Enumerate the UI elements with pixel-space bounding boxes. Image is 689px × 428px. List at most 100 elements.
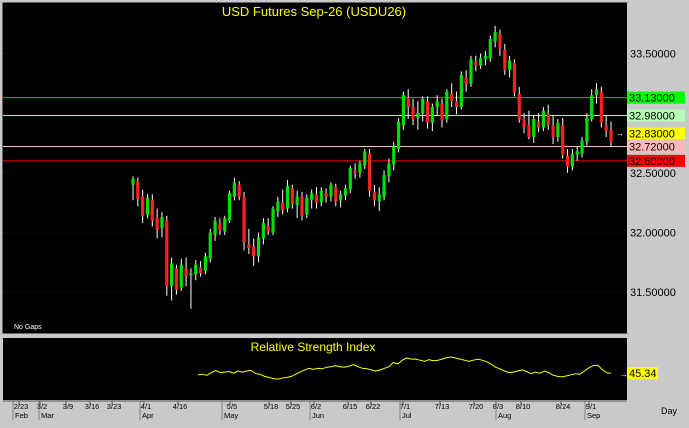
rsi-arrow-icon: →: [619, 369, 628, 379]
candle-body: [532, 119, 536, 137]
candle-body: [488, 39, 492, 59]
date-tick-label: 6/22: [366, 402, 381, 411]
candle-body: [150, 200, 154, 221]
candle-body: [208, 232, 212, 259]
candle: [271, 206, 275, 235]
candle-body: [401, 95, 405, 126]
candle: [459, 71, 463, 110]
candle-body: [194, 264, 198, 275]
candle: [585, 113, 589, 146]
candle-body: [435, 101, 439, 108]
candle-body: [493, 31, 497, 42]
date-tick-label: 3/23: [107, 402, 122, 411]
month-label: Apr: [142, 411, 154, 420]
candle-body: [527, 125, 531, 137]
candle: [396, 117, 401, 153]
candle-body: [609, 129, 613, 142]
candle-body: [377, 194, 381, 202]
candle-body: [536, 121, 541, 128]
month-label: May: [224, 411, 238, 420]
chart-svg: 33.5000033.0000032.5000032.0000031.50000…: [0, 0, 689, 423]
candle-body: [319, 190, 323, 203]
candle-body: [367, 153, 372, 191]
candle-body: [218, 222, 222, 231]
level-label: 32.98000: [629, 111, 675, 123]
candle-body: [512, 62, 517, 93]
candle-body: [358, 163, 362, 173]
month-label: Aug: [498, 411, 511, 420]
candle-body: [387, 163, 391, 177]
candle-body: [170, 263, 174, 287]
candle-body: [237, 184, 241, 197]
candle: [401, 91, 405, 130]
date-tick-label: 7/20: [469, 402, 484, 411]
date-tick-label: 9/1: [586, 402, 596, 411]
candle-body: [406, 97, 410, 108]
candle-body: [585, 117, 589, 142]
candle-body: [261, 222, 265, 239]
date-tick-label: 4/16: [173, 402, 188, 411]
level-labels: 33.13000 32.98000 32.83000 32.72000 32.60000: [627, 91, 685, 168]
candle-body: [203, 256, 208, 271]
date-tick-label: 8/24: [556, 402, 571, 411]
price-tick-label: 31.50000: [630, 287, 676, 299]
candle-body: [570, 153, 574, 167]
level-label: 32.83000: [629, 128, 675, 140]
candle-body: [184, 268, 188, 277]
candle-body: [329, 184, 333, 197]
candle-body: [339, 194, 343, 201]
candle-body: [227, 193, 232, 221]
candle: [541, 107, 546, 132]
candle-body: [252, 246, 256, 257]
candle-body: [213, 220, 217, 235]
candle-body: [160, 216, 164, 228]
candle-body: [440, 103, 444, 121]
date-tick-label: 3/2: [37, 402, 47, 411]
candle-body: [503, 49, 507, 71]
price-arrow-icon: →: [615, 128, 624, 138]
date-tick-label: 8/10: [516, 402, 531, 411]
period-label: Day: [661, 406, 678, 416]
candle-body: [276, 201, 280, 212]
candle-body: [556, 122, 560, 137]
candle: [208, 228, 212, 263]
candle-body: [179, 264, 183, 288]
month-label: Jul: [402, 411, 412, 420]
candle-body: [131, 178, 135, 185]
candle-body: [290, 188, 294, 204]
candle: [469, 55, 473, 87]
candle-body: [324, 193, 328, 197]
candle-body: [232, 182, 236, 197]
candle-body: [517, 94, 521, 120]
candle-body: [242, 196, 246, 243]
candle: [227, 190, 232, 223]
candle-body: [155, 218, 159, 231]
candle-body: [551, 125, 555, 137]
level-label: 32.72000: [629, 142, 675, 154]
rsi-value-label: 45.34: [629, 368, 657, 380]
candle-body: [474, 61, 478, 66]
candle-body: [483, 55, 488, 60]
level-label: 32.60000: [629, 156, 675, 168]
date-tick-label: 2/23: [14, 402, 29, 411]
candle-body: [145, 197, 150, 215]
date-tick-label: 5/25: [286, 402, 301, 411]
date-tick-label: 7/1: [400, 402, 410, 411]
date-tick-label: 3/16: [85, 402, 100, 411]
candle-body: [580, 140, 584, 154]
price-tick-label: 32.00000: [630, 227, 676, 239]
date-tick-label: 6/2: [311, 402, 321, 411]
candle-body: [479, 58, 483, 66]
candle-body: [285, 185, 290, 209]
candle-body: [565, 156, 570, 167]
candle-body: [247, 244, 251, 249]
candle-body: [546, 113, 550, 126]
candle-body: [561, 125, 565, 155]
price-tick-label: 33.50000: [630, 48, 676, 60]
candle-body: [382, 175, 386, 197]
candle-body: [189, 273, 193, 276]
candle-body: [310, 193, 314, 201]
candle-body: [198, 267, 203, 274]
date-tick-label: 3/9: [63, 402, 73, 411]
candle-body: [498, 34, 502, 49]
